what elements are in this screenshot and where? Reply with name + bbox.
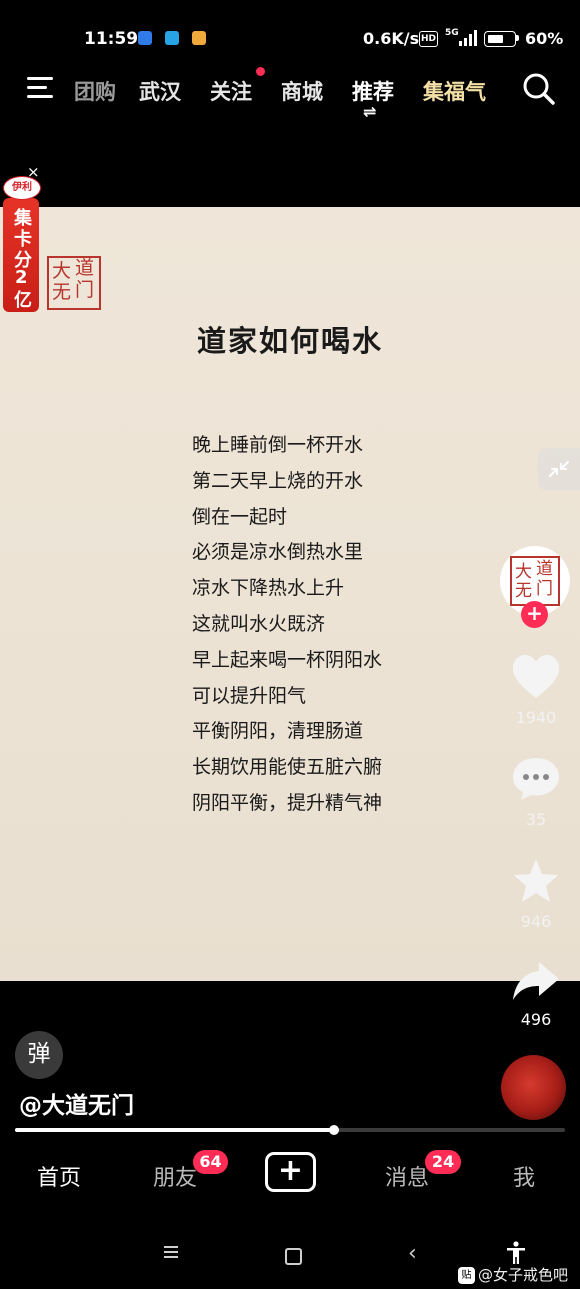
tab-friends[interactable]: 朋友 — [153, 1160, 197, 1192]
sys-menu-button[interactable] — [164, 1246, 178, 1258]
favorite-count: 946 — [520, 912, 552, 931]
watermark: 贴 @女子戒色吧 — [458, 1264, 568, 1285]
ad-text: 亿 — [14, 290, 32, 311]
comment-icon[interactable] — [511, 756, 561, 802]
hd-icon: HD — [419, 31, 438, 47]
poem-line: 阴阳平衡，提升精气神 — [192, 792, 383, 814]
music-disc[interactable] — [501, 1055, 566, 1120]
nav-tab-wuhan[interactable]: 武汉 — [139, 76, 181, 106]
ad-close-button[interactable]: × — [27, 163, 40, 181]
follow-plus-button[interactable]: + — [521, 601, 548, 628]
author-handle[interactable]: @大道无门 — [19, 1086, 134, 1120]
seal-char: 门 — [75, 279, 95, 301]
poem-line: 倒在一起时 — [192, 505, 288, 528]
avatar-seal: 大 道 无 门 — [510, 556, 560, 606]
like-count: 1940 — [515, 708, 557, 727]
collapse-icon[interactable] — [538, 448, 580, 490]
seal-char: 无 — [515, 581, 532, 601]
poem-line: 这就叫水火既济 — [192, 613, 326, 635]
top-nav: 团购 武汉 关注 商城 推荐 ⇌ 集福气 — [0, 56, 580, 126]
nav-tab-mall[interactable]: 商城 — [281, 76, 323, 106]
progress-knob[interactable] — [329, 1125, 339, 1135]
heart-icon[interactable] — [511, 654, 561, 700]
sys-home-button[interactable] — [285, 1248, 302, 1265]
poem-line: 第二天早上烧的开水 — [192, 469, 364, 492]
app-notification-icon — [165, 31, 179, 45]
battery-percent: 60% — [525, 29, 564, 48]
battery-level — [488, 35, 503, 43]
app-notification-icon — [192, 31, 206, 45]
watermark-text: @女子戒色吧 — [478, 1266, 569, 1284]
poem-line: 早上起来喝一杯阴阳水 — [192, 648, 383, 671]
nav-tab-jifuqi[interactable]: 集福气 — [423, 76, 486, 106]
poem-line: 可以提升阳气 — [192, 684, 307, 707]
poem-line: 凉水下降热水上升 — [192, 577, 345, 600]
seal-stamp: 大 道 无 门 — [47, 256, 101, 310]
battery-tip — [516, 35, 519, 41]
share-count: 496 — [520, 1010, 552, 1029]
ad-text: 2 — [15, 267, 28, 288]
follow-update-dot — [256, 67, 265, 76]
status-bar: 11:59 0.6K/s HD 5G 60% — [0, 0, 580, 56]
poem-line: 平衡阴阳，清理肠道 — [192, 720, 364, 743]
publish-button[interactable]: + — [265, 1152, 316, 1192]
status-time: 11:59 — [84, 29, 139, 49]
tieba-icon: 贴 — [458, 1267, 475, 1284]
poem-line: 长期饮用能使五脏六腑 — [192, 756, 383, 779]
seal-char: 无 — [52, 281, 72, 303]
ad-banner[interactable]: 集 卡 分 2 亿 — [3, 198, 39, 312]
shrink-arrows-icon — [549, 461, 569, 477]
menu-icon[interactable] — [22, 74, 58, 104]
progress-fill — [15, 1128, 334, 1132]
tab-me[interactable]: 我 — [513, 1160, 535, 1192]
tab-messages[interactable]: 消息 — [385, 1160, 429, 1192]
signal-icon — [459, 30, 477, 46]
seal-char: 大 — [52, 260, 72, 282]
messages-badge: 24 — [425, 1150, 461, 1174]
seal-char: 大 — [515, 562, 532, 582]
sys-back-button[interactable]: ‹ — [408, 1241, 417, 1266]
network-type: 5G — [445, 28, 459, 38]
accessibility-icon[interactable] — [506, 1241, 526, 1265]
recommend-switch-icon[interactable]: ⇌ — [363, 102, 376, 121]
battery-icon — [484, 31, 516, 47]
danmu-button[interactable]: 弹 — [15, 1031, 63, 1079]
poem-line: 晚上睡前倒一杯开水 — [192, 434, 364, 456]
star-icon[interactable] — [511, 858, 561, 904]
friends-badge: 64 — [193, 1150, 228, 1174]
nav-tab-tuangou[interactable]: 团购 — [74, 76, 116, 106]
comment-count: 35 — [525, 810, 547, 829]
seal-char: 道 — [536, 559, 553, 579]
nav-tab-follow[interactable]: 关注 — [210, 76, 252, 106]
seal-char: 门 — [536, 579, 553, 599]
share-icon[interactable] — [511, 958, 561, 1004]
seal-char: 道 — [75, 257, 95, 279]
poem-line: 必须是凉水倒热水里 — [192, 541, 364, 564]
net-speed: 0.6K/s — [363, 29, 420, 48]
tab-home[interactable]: 首页 — [37, 1160, 81, 1192]
app-notification-icon — [138, 31, 152, 45]
poem-title: 道家如何喝水 — [196, 324, 383, 358]
search-icon[interactable] — [522, 72, 556, 106]
